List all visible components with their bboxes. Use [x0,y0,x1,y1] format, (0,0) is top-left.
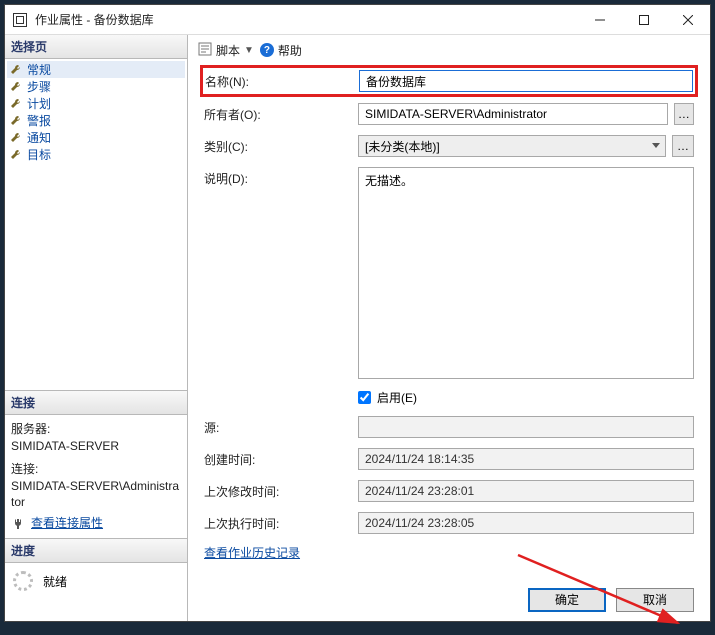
name-input[interactable] [359,70,693,92]
enabled-checkbox-input[interactable] [358,391,371,404]
server-label: 服务器: [11,421,181,438]
nav-alerts[interactable]: 警报 [7,112,185,129]
script-dropdown[interactable]: 脚本 ▼ [198,42,254,59]
help-icon: ? [260,43,274,57]
description-textarea[interactable] [358,167,694,379]
nav-targets[interactable]: 目标 [7,146,185,163]
nav-schedules[interactable]: 计划 [7,95,185,112]
nav-general[interactable]: 常规 [7,61,185,78]
nav-notifications[interactable]: 通知 [7,129,185,146]
name-label: 名称(N): [205,70,359,90]
maximize-button[interactable] [622,6,666,34]
minimize-button[interactable] [578,6,622,34]
enabled-checkbox[interactable]: 启用(E) [358,389,417,406]
main-panel: 脚本 ▼ ? 帮助 名称(N): 所有者(O): [188,35,710,621]
category-browse-button[interactable]: … [672,135,694,157]
created-value: 2024/11/24 18:14:35 [358,448,694,470]
wrench-icon [9,114,23,128]
server-value: SIMIDATA-SERVER [11,438,181,455]
connection-header: 连接 [5,391,187,415]
chevron-down-icon: ▼ [244,45,254,56]
view-job-history-link[interactable]: 查看作业历史记录 [204,544,300,561]
toolbar: 脚本 ▼ ? 帮助 [188,35,710,65]
owner-input[interactable] [358,103,668,125]
wrench-icon [9,80,23,94]
wrench-icon [9,131,23,145]
progress-spinner-icon [13,571,33,591]
owner-browse-button[interactable]: … [674,103,694,125]
lastrun-label: 上次执行时间: [204,512,358,532]
sidebar: 选择页 常规 步骤 计划 警报 通知 目标 连接 服务器: SIMIDATA-S… [5,35,188,621]
description-label: 说明(D): [204,167,358,187]
source-label: 源: [204,416,358,436]
window-title: 作业属性 - 备份数据库 [35,11,578,28]
select-page-header: 选择页 [5,35,187,59]
nav-steps[interactable]: 步骤 [7,78,185,95]
script-icon [198,42,212,59]
title-bar: 作业属性 - 备份数据库 [5,5,710,35]
connection-info: 服务器: SIMIDATA-SERVER 连接: SIMIDATA-SERVER… [5,415,187,538]
lastrun-value: 2024/11/24 23:28:05 [358,512,694,534]
wrench-icon [9,97,23,111]
modified-value: 2024/11/24 23:28:01 [358,480,694,502]
category-select[interactable]: [未分类(本地)] [358,135,666,157]
connection-label: 连接: [11,461,181,478]
help-button[interactable]: ? 帮助 [260,42,302,59]
annotation-highlight: 名称(N): [200,65,698,97]
app-icon [13,13,27,27]
dialog-window: 作业属性 - 备份数据库 选择页 常规 步骤 计划 警报 通知 目标 连接 [4,4,711,622]
ok-button[interactable]: 确定 [528,588,606,612]
progress-status: 就绪 [43,573,67,590]
source-value [358,416,694,438]
category-label: 类别(C): [204,135,358,155]
close-button[interactable] [666,6,710,34]
connection-value: SIMIDATA-SERVER\Administrator [11,478,181,512]
dialog-footer: 确定 取消 [188,577,710,621]
nav-list: 常规 步骤 计划 警报 通知 目标 [5,59,187,390]
wrench-icon [9,63,23,77]
created-label: 创建时间: [204,448,358,468]
wrench-icon [9,148,23,162]
view-connection-props-link[interactable]: 查看连接属性 [31,515,103,532]
modified-label: 上次修改时间: [204,480,358,500]
cancel-button[interactable]: 取消 [616,588,694,612]
progress-header: 进度 [5,539,187,563]
plug-icon [11,517,25,531]
owner-label: 所有者(O): [204,103,358,123]
